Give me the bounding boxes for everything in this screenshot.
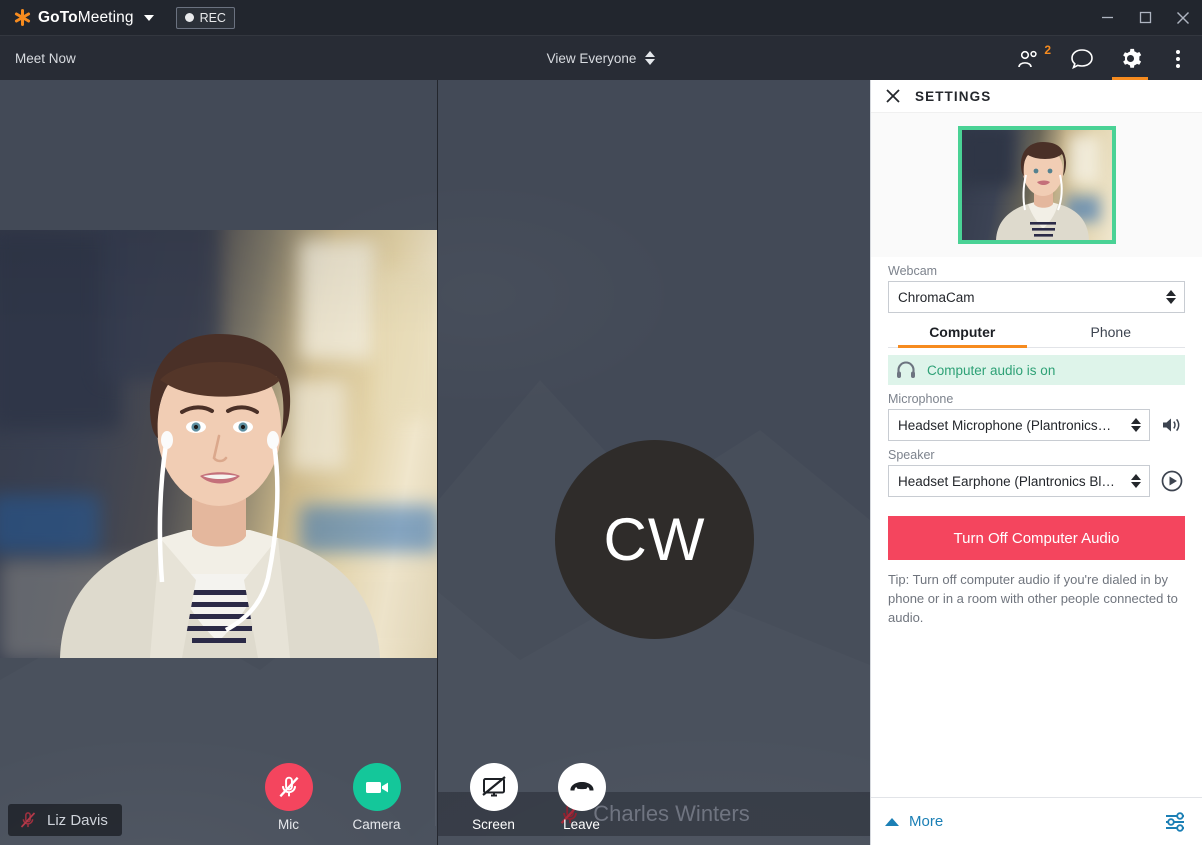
- brand-menu[interactable]: GoToMeeting: [14, 9, 154, 27]
- meet-now-label[interactable]: Meet Now: [15, 51, 76, 66]
- stepper-updown-icon[interactable]: [1131, 474, 1141, 488]
- settings-button[interactable]: [1106, 36, 1154, 81]
- mic-button[interactable]: Mic: [245, 763, 333, 832]
- play-test-icon[interactable]: [1159, 468, 1185, 494]
- meeting-stage: CW Charles Winters Liz Davis Mic Camera …: [0, 80, 870, 845]
- volume-level-icon[interactable]: [1159, 412, 1185, 438]
- audio-tip-text: Tip: Turn off computer audio if you're d…: [888, 572, 1178, 625]
- audio-tabs: Computer Phone: [888, 324, 1185, 348]
- window-controls: [1088, 0, 1202, 35]
- speaker-select-value: Headset Earphone (Plantronics Bl…: [898, 473, 1115, 489]
- maximize-icon[interactable]: [1126, 0, 1164, 35]
- mic-muted-icon: [20, 812, 36, 828]
- headset-icon: [897, 361, 915, 378]
- leave-button[interactable]: Leave: [538, 763, 626, 832]
- video-vignette: [0, 230, 437, 658]
- camera-button-circle: [352, 763, 401, 811]
- title-bar: GoToMeeting REC: [0, 0, 1202, 35]
- attendee-count-badge: 2: [1044, 43, 1051, 57]
- screen-share-button-circle: [469, 763, 518, 811]
- stage-divider: [437, 80, 438, 845]
- minimize-icon[interactable]: [1088, 0, 1126, 35]
- controls-separator: [434, 769, 436, 826]
- participant-avatar: CW: [555, 440, 754, 639]
- camera-button[interactable]: Camera: [333, 763, 421, 832]
- session-controls: Screen Leave: [450, 763, 626, 832]
- record-dot-icon: [184, 13, 194, 22]
- local-participant-name-label: Liz Davis: [8, 804, 122, 836]
- app-title: GoToMeeting: [38, 9, 134, 27]
- attendees-button[interactable]: 2: [1000, 36, 1058, 81]
- settings-title: SETTINGS: [915, 88, 992, 104]
- record-button[interactable]: REC: [175, 6, 235, 29]
- more-toggle[interactable]: More: [885, 813, 943, 830]
- chat-button[interactable]: [1058, 36, 1106, 81]
- webcam-label: Webcam: [888, 264, 938, 278]
- camera-button-label: Camera: [352, 817, 401, 832]
- media-controls: Mic Camera: [245, 763, 421, 832]
- stepper-updown-icon[interactable]: [1166, 290, 1176, 304]
- local-video-tile[interactable]: [0, 230, 437, 658]
- settings-body: Webcam ChromaCam Computer Phone Computer…: [871, 264, 1202, 628]
- avatar-initials: CW: [603, 506, 706, 573]
- stepper-updown-icon[interactable]: [1131, 418, 1141, 432]
- leave-button-label: Leave: [563, 817, 600, 832]
- mic-button-circle: [264, 763, 313, 811]
- settings-panel: SETTINGS Webcam ChromaCam Computer Phone…: [870, 80, 1202, 845]
- screen-share-off-icon: [481, 776, 506, 797]
- webcam-preview[interactable]: [957, 126, 1116, 244]
- microphone-select[interactable]: Headset Microphone (Plantronics…: [888, 409, 1150, 441]
- brand-bold: GoTo: [38, 8, 78, 26]
- webcam-select-value: ChromaCam: [898, 289, 975, 305]
- meeting-toolbar: Meet Now View Everyone 2: [0, 35, 1202, 81]
- local-participant-name: Liz Davis: [47, 811, 108, 829]
- webcam-select-row: ChromaCam: [888, 281, 1185, 313]
- chevron-up-icon: [885, 817, 899, 826]
- turn-off-computer-audio-button[interactable]: Turn Off Computer Audio: [888, 516, 1185, 560]
- more-bar[interactable]: More: [871, 797, 1202, 845]
- camera-on-icon: [365, 782, 388, 793]
- mic-button-label: Mic: [278, 817, 299, 832]
- chevron-down-icon[interactable]: [143, 14, 154, 21]
- more-label: More: [909, 813, 944, 830]
- close-icon[interactable]: [885, 88, 901, 104]
- stepper-updown-icon[interactable]: [645, 51, 656, 65]
- tab-computer[interactable]: Computer: [888, 324, 1037, 348]
- microphone-label: Microphone: [888, 392, 954, 406]
- screen-share-button[interactable]: Screen: [450, 763, 538, 832]
- audio-status-banner: Computer audio is on: [888, 355, 1185, 385]
- brand-rest: Meeting: [77, 8, 134, 26]
- view-mode-label: View Everyone: [546, 50, 637, 66]
- audio-status-text: Computer audio is on: [927, 362, 1056, 378]
- speaker-select-row: Headset Earphone (Plantronics Bl…: [888, 465, 1185, 497]
- record-label: REC: [199, 10, 226, 25]
- gotomeeting-window: GoToMeeting REC Meet Now View Everyone 2…: [0, 0, 1202, 845]
- screen-share-button-label: Screen: [472, 817, 515, 832]
- speaker-select[interactable]: Headset Earphone (Plantronics Bl…: [888, 465, 1150, 497]
- overflow-menu-button[interactable]: [1154, 36, 1202, 81]
- close-icon[interactable]: [1164, 0, 1202, 35]
- sliders-icon[interactable]: [1164, 811, 1188, 833]
- tab-phone[interactable]: Phone: [1037, 324, 1186, 347]
- kebab-menu-icon: [1176, 49, 1180, 68]
- microphone-select-row: Headset Microphone (Plantronics…: [888, 409, 1185, 441]
- webcam-select[interactable]: ChromaCam: [888, 281, 1185, 313]
- mic-muted-icon: [279, 776, 298, 798]
- asterisk-logo-icon: [14, 9, 31, 26]
- webcam-portrait: [995, 142, 1089, 240]
- phone-hangup-icon: [569, 782, 594, 791]
- toolbar-actions: 2: [1000, 36, 1202, 81]
- microphone-select-value: Headset Microphone (Plantronics…: [898, 417, 1112, 433]
- speaker-label: Speaker: [888, 448, 935, 462]
- webcam-preview-area: [871, 112, 1202, 257]
- leave-button-circle: [557, 763, 606, 811]
- settings-header: SETTINGS: [871, 80, 1202, 112]
